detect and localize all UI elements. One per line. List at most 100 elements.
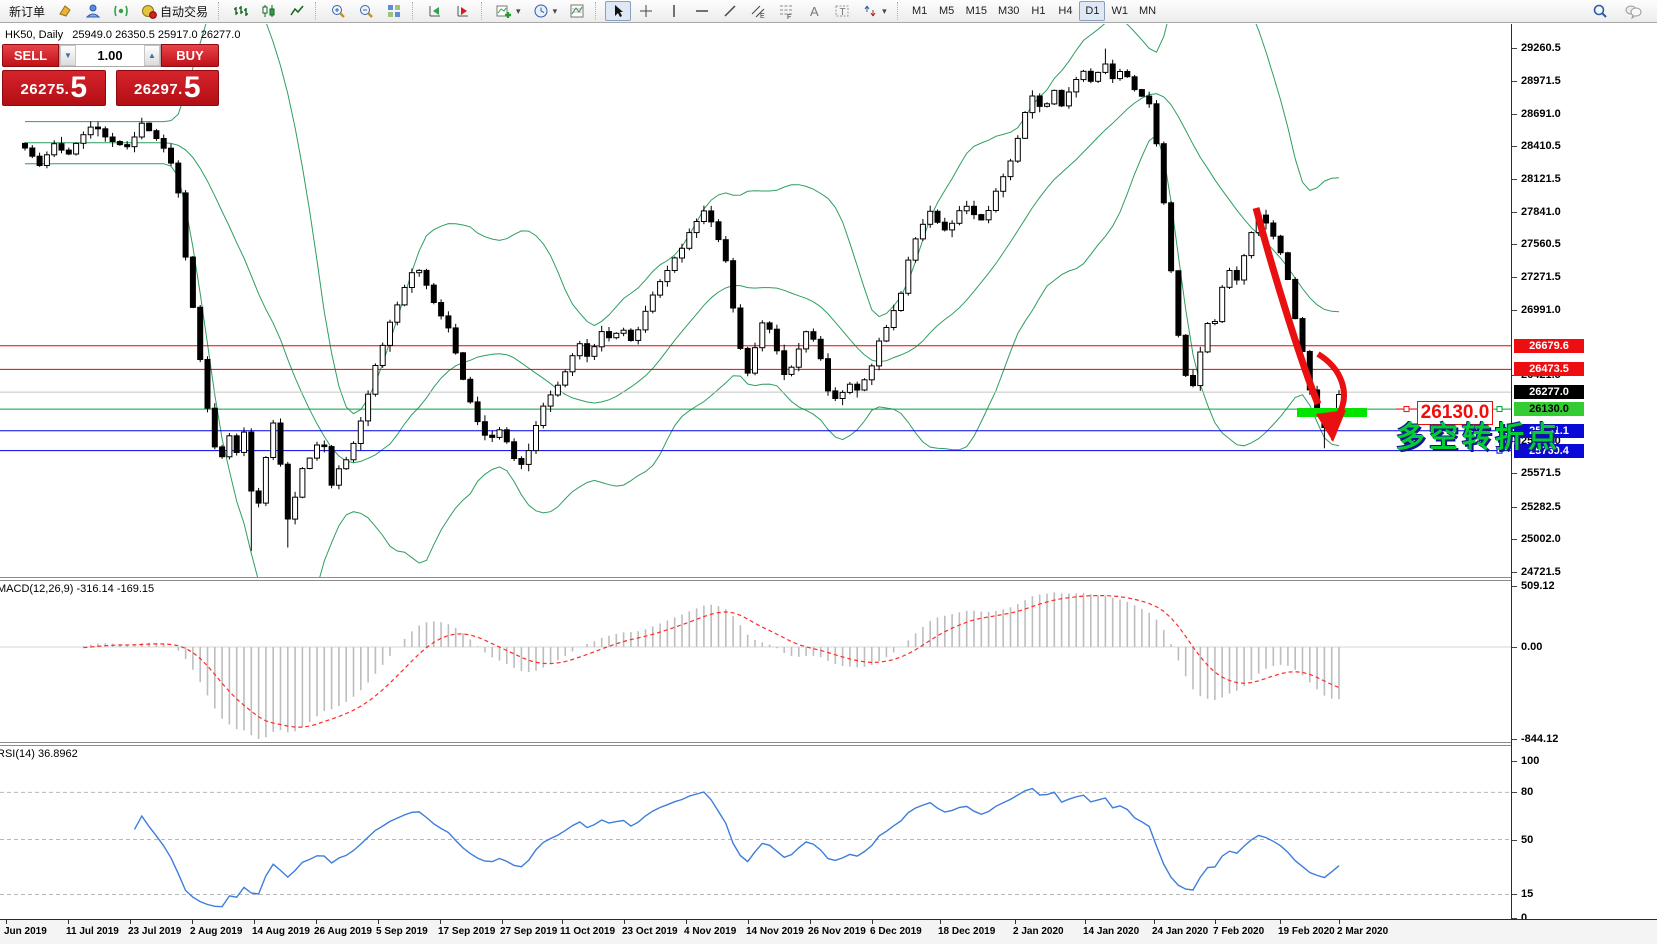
time-tick-label: 26 Aug 2019: [314, 926, 372, 937]
toolbar-separator: [896, 2, 902, 20]
timeframe-button-h1[interactable]: H1: [1025, 1, 1051, 21]
buy-price-display[interactable]: 26297. 5: [115, 70, 219, 106]
timeframe-button-d1[interactable]: D1: [1079, 1, 1106, 21]
time-tick: [68, 920, 69, 924]
crosshair-icon: [640, 5, 653, 17]
volume-decrease-button[interactable]: ▼: [60, 45, 76, 66]
sell-button[interactable]: SELL: [2, 44, 59, 67]
time-tick: [1280, 920, 1281, 924]
arrows-tool-button[interactable]: ▾: [857, 1, 892, 21]
macd-indicator-chart[interactable]: [0, 581, 1511, 742]
timeframe-button-m5[interactable]: M5: [934, 1, 960, 21]
chart-shift-icon: [457, 6, 469, 17]
time-tick: [748, 920, 749, 924]
svg-text:F: F: [787, 14, 791, 19]
timeframe-button-h4[interactable]: H4: [1052, 1, 1078, 21]
timeframe-button-mn[interactable]: MN: [1134, 1, 1161, 21]
template-chart-icon: [570, 4, 584, 18]
ohlc-values: 25949.0 26350.5 25917.0 26277.0: [72, 29, 241, 41]
periods-button[interactable]: ▾: [528, 1, 563, 21]
text-icon: A: [810, 4, 819, 19]
sell-price-display[interactable]: 26275. 5: [2, 70, 106, 106]
zoom-in-button[interactable]: [325, 1, 351, 21]
buy-price-main: 26297.: [133, 81, 183, 98]
candles-layer: [22, 48, 1342, 551]
text-label-tool-button[interactable]: T: [829, 1, 855, 21]
toolbar-separator: [218, 2, 223, 20]
tile-windows-icon: [388, 5, 401, 17]
price-axis[interactable]: 29260.5 28971.5 28691.0 28410.5 28121.5 27841…: [1511, 24, 1657, 924]
candlestick-icon: [262, 5, 275, 17]
line-chart-icon: [290, 5, 304, 16]
templates-button[interactable]: [564, 1, 590, 21]
chat-button[interactable]: [1619, 1, 1647, 21]
time-tick-label: 27 Sep 2019: [500, 926, 558, 937]
symbol-period-label: HK50, Daily: [5, 29, 64, 41]
candlestick-chart-button[interactable]: [256, 1, 282, 21]
tile-windows-button[interactable]: [381, 1, 407, 21]
time-tick: [316, 920, 317, 924]
vertical-line-icon: [673, 5, 675, 17]
trade-prices-row: 26275. 5 26297. 5: [2, 70, 219, 106]
crosshair-tool-button[interactable]: [633, 1, 659, 21]
search-button[interactable]: [1587, 1, 1613, 21]
zoom-out-button[interactable]: [353, 1, 379, 21]
time-tick-label: 17 Sep 2019: [438, 926, 496, 937]
buy-button[interactable]: BUY: [161, 44, 219, 67]
bar-chart-button[interactable]: [228, 1, 254, 21]
add-indicator-button[interactable]: ▾: [491, 1, 526, 21]
fibonacci-tool-button[interactable]: F: [773, 1, 799, 21]
zoom-in-icon: [332, 5, 345, 18]
signals-button[interactable]: [108, 1, 134, 21]
horizontal-line-tool-button[interactable]: [689, 1, 715, 21]
time-axis[interactable]: Jun 2019 11 Jul 2019 23 Jul 2019 2 Aug 2019…: [0, 919, 1657, 944]
profile-icon: [85, 4, 101, 18]
profile-button[interactable]: [80, 1, 106, 21]
price-level-tag: 26679.6: [1514, 338, 1584, 353]
timeframe-group: M1 M5 M15 M30 H1 H4 D1 W1 MN: [907, 1, 1161, 21]
timeframe-button-m1[interactable]: M1: [907, 1, 933, 21]
timeframe-button-m30[interactable]: M30: [993, 1, 1024, 21]
time-tick-label: 14 Nov 2019: [746, 926, 804, 937]
time-tick-label: 11 Jul 2019: [66, 926, 119, 937]
trendline-tool-button[interactable]: [717, 1, 743, 21]
chart-shift-button[interactable]: [450, 1, 476, 21]
time-tick-label: 4 Nov 2019: [684, 926, 737, 937]
auto-trading-button[interactable]: 自动交易: [136, 1, 213, 21]
rsi-indicator-chart[interactable]: [0, 746, 1511, 919]
time-tick: [130, 920, 131, 924]
new-order-label: 新订单: [9, 4, 46, 19]
vertical-line-tool-button[interactable]: [661, 1, 687, 21]
time-tick: [940, 920, 941, 924]
charts-toolbar-icon[interactable]: [52, 1, 78, 21]
volume-stepper[interactable]: ▼ 1.00 ▲: [59, 44, 161, 67]
auto-scroll-icon: [429, 6, 441, 17]
time-tick: [6, 920, 7, 924]
timeframe-button-m15[interactable]: M15: [961, 1, 992, 21]
channel-tool-button[interactable]: E: [745, 1, 771, 21]
chat-bubbles-icon: [1625, 5, 1642, 19]
add-indicator-icon: [496, 5, 512, 18]
bar-chart-icon: [234, 6, 249, 16]
new-order-button[interactable]: 新订单: [4, 1, 50, 21]
timeframe-button-w1[interactable]: W1: [1106, 1, 1133, 21]
time-tick-label: 19 Feb 2020: [1278, 926, 1335, 937]
line-chart-button[interactable]: [284, 1, 310, 21]
cursor-tool-button[interactable]: [605, 1, 632, 21]
time-tick-label: 5 Sep 2019: [376, 926, 428, 937]
search-icon: [1593, 4, 1607, 18]
volume-value[interactable]: 1.00: [76, 48, 144, 63]
auto-scroll-button[interactable]: [422, 1, 448, 21]
volume-increase-button[interactable]: ▲: [144, 45, 160, 66]
turning-point-text[interactable]: 多空转折点: [1396, 414, 1561, 456]
trendline-icon: [724, 5, 736, 17]
time-tick-label: 6 Dec 2019: [870, 926, 922, 937]
toolbar-separator: [315, 2, 320, 20]
dropdown-caret-icon: ▾: [516, 5, 521, 16]
text-tool-button[interactable]: A: [801, 1, 827, 21]
time-tick-label: 23 Oct 2019: [622, 926, 678, 937]
equidistant-channel-icon: E: [751, 5, 765, 19]
time-tick: [686, 920, 687, 924]
time-tick: [872, 920, 873, 924]
main-price-chart[interactable]: [0, 24, 1511, 577]
